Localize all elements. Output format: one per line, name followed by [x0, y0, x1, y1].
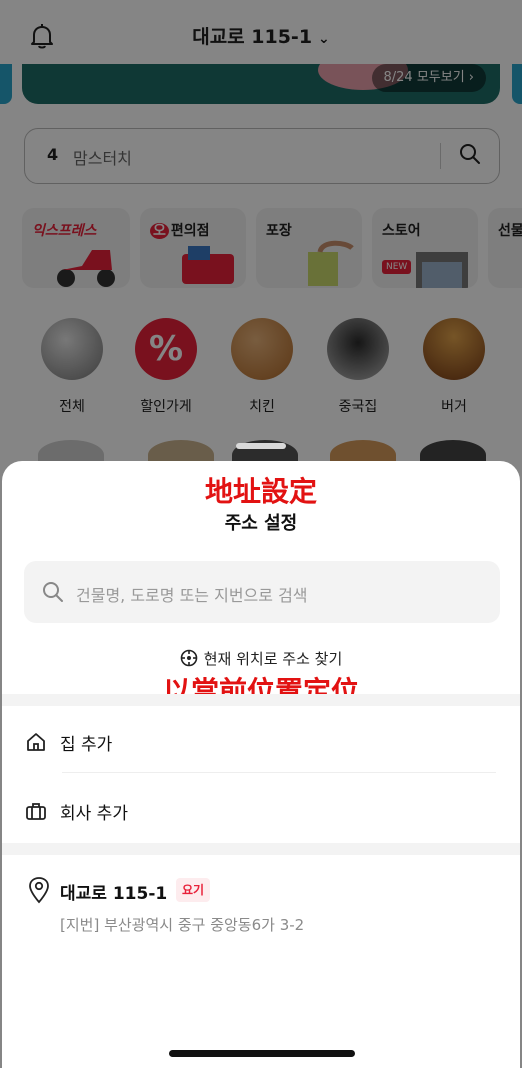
- search-icon: [43, 582, 63, 602]
- item-divider: [62, 772, 496, 773]
- current-location-label: 현재 위치로 주소 찾기: [203, 650, 343, 668]
- section-divider: [2, 843, 520, 855]
- address-bottom-sheet: [2, 461, 520, 1068]
- location-pin-icon: [29, 877, 49, 904]
- address-search-input[interactable]: 건물명, 도로명 또는 지번으로 검색: [24, 561, 500, 623]
- add-work-label: 회사 추가: [60, 804, 128, 824]
- annotation-address-setting: 地址設定: [204, 475, 317, 508]
- briefcase-icon: [26, 803, 46, 820]
- recent-address-title: 대교로 115-1: [60, 884, 168, 904]
- home-indicator[interactable]: [169, 1050, 355, 1057]
- search-placeholder: 건물명, 도로명 또는 지번으로 검색: [76, 586, 308, 605]
- current-location-button[interactable]: 현재 위치로 주소 찾기: [0, 648, 522, 669]
- crosshair-icon: [180, 649, 198, 667]
- sheet-title: 주소 설정: [224, 513, 298, 534]
- sheet-drag-handle[interactable]: [236, 443, 286, 449]
- section-divider: [2, 694, 520, 706]
- current-badge: 요기: [176, 878, 211, 902]
- recent-address-detail: [지번] 부산광역시 중구 중앙동6가 3-2: [60, 916, 305, 934]
- home-icon: [27, 733, 45, 751]
- add-home-label: 집 추가: [60, 735, 113, 755]
